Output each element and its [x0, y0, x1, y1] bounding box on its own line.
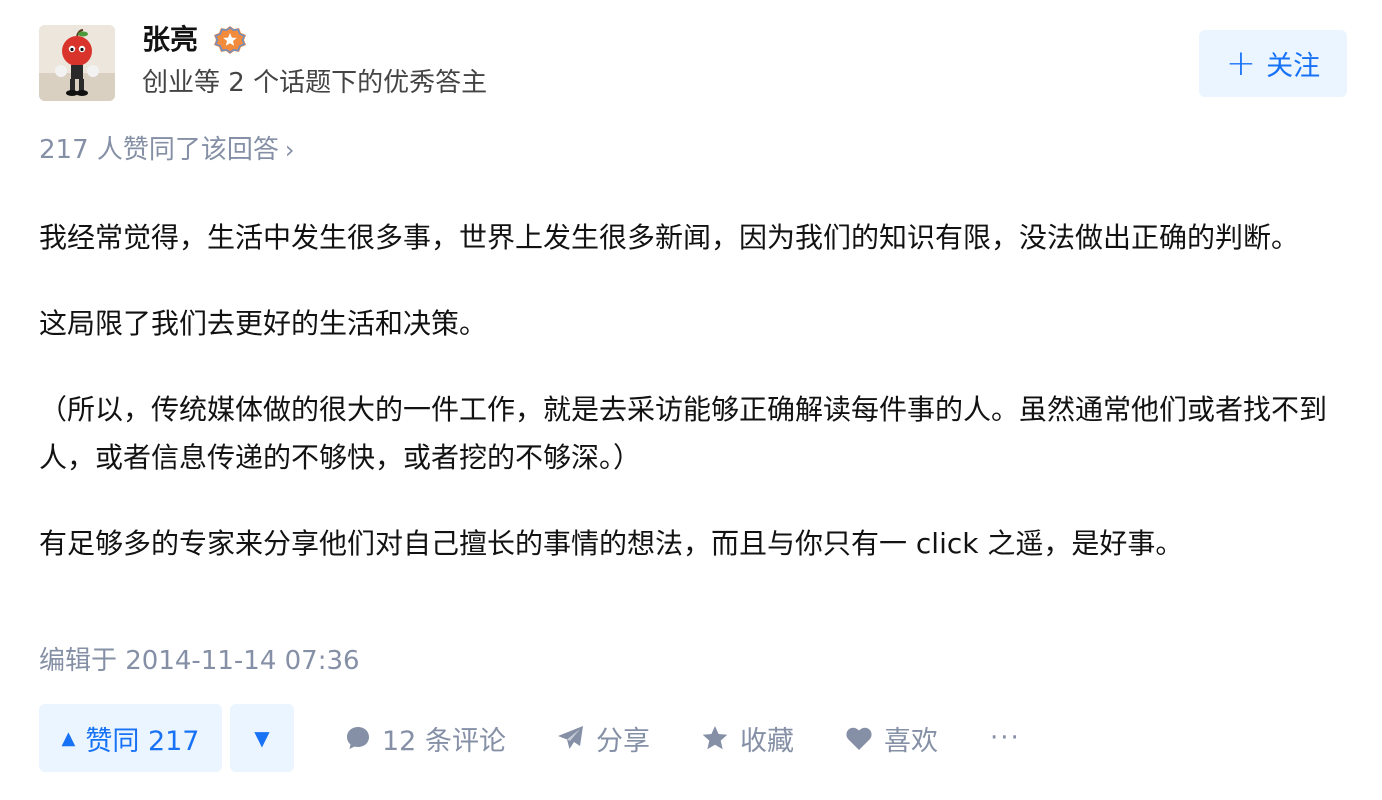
follow-button-label: 关注 — [1266, 51, 1321, 82]
chevron-right-icon: › — [284, 136, 295, 164]
avatar-image — [39, 25, 115, 101]
author-name[interactable]: 张亮 — [142, 20, 198, 60]
share-label: 分享 — [595, 725, 650, 757]
plus-icon: + — [1225, 42, 1257, 84]
triangle-down-icon: ▼ — [254, 726, 270, 750]
triangle-up-icon: ▲ — [61, 727, 76, 749]
like-label: 喜欢 — [883, 725, 938, 757]
excellent-answerer-badge-icon[interactable] — [212, 25, 248, 55]
more-options-icon[interactable]: ··· — [990, 723, 1021, 753]
comments-button[interactable]: 12 条评论 — [344, 719, 506, 758]
follow-button[interactable]: + 关注 — [1199, 30, 1347, 97]
favorite-button[interactable]: 收藏 — [700, 719, 794, 758]
author-avatar[interactable] — [39, 25, 115, 101]
like-button[interactable]: 喜欢 — [844, 719, 938, 758]
share-button[interactable]: 分享 — [556, 719, 650, 758]
edited-timestamp[interactable]: 编辑于 2014-11-14 07:36 — [39, 642, 360, 680]
voters-link[interactable]: 217 人赞同了该回答 › — [39, 130, 295, 170]
favorite-label: 收藏 — [739, 725, 794, 757]
star-icon — [702, 726, 728, 750]
answer-paragraph: 这局限了我们去更好的生活和决策。 — [39, 307, 488, 340]
vote-up-button[interactable]: ▲ 赞同 217 — [39, 704, 222, 772]
action-bar: ▲ 赞同 217 ▼ 12 条评论 分享 收藏 喜欢 ··· — [39, 704, 1021, 772]
vote-down-button[interactable]: ▼ — [230, 704, 294, 772]
answer-paragraph: 有足够多的专家来分享他们对自己擅长的事情的想法，而且与你只有一 click 之遥… — [39, 527, 1184, 560]
answer-content: 我经常觉得，生活中发生很多事，世界上发生很多新闻，因为我们的知识有限，没法做出正… — [39, 214, 1339, 606]
vote-up-label: 赞同 217 — [85, 725, 200, 757]
author-headline: 创业等 2 个话题下的优秀答主 — [142, 68, 488, 98]
answer-paragraph: 我经常觉得，生活中发生很多事，世界上发生很多新闻，因为我们的知识有限，没法做出正… — [39, 221, 1300, 254]
heart-icon — [846, 727, 872, 750]
voters-text: 217 人赞同了该回答 — [39, 135, 279, 165]
comment-bubble-icon — [347, 727, 369, 749]
answer-paragraph: （所以，传统媒体做的很大的一件工作，就是去采访能够正确解读每件事的人。虽然通常他… — [39, 393, 1328, 474]
comments-label: 12 条评论 — [382, 725, 506, 757]
paper-plane-icon — [557, 726, 583, 749]
